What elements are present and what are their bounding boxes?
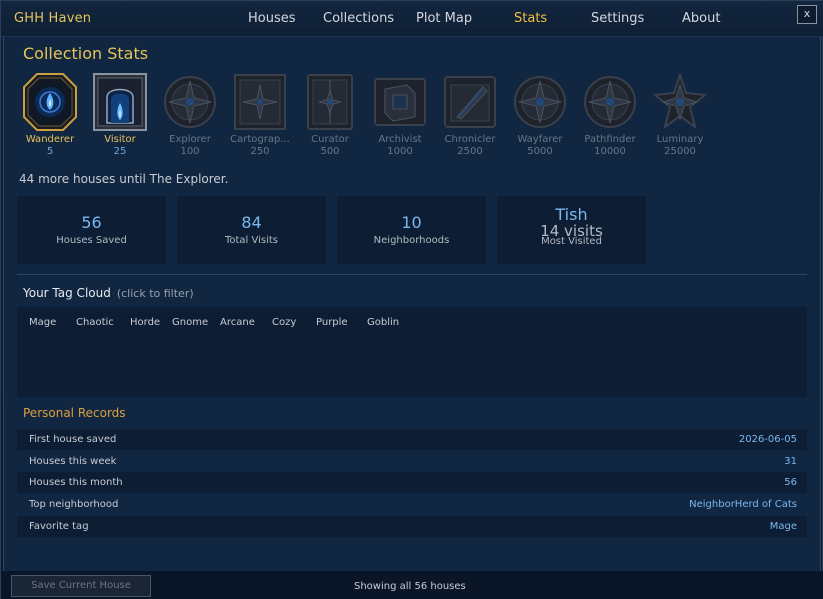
badge-name: Cartograp... (230, 134, 290, 145)
record-value: 56 (784, 477, 797, 488)
stat-label: Most Visited (541, 236, 602, 247)
stat-label: Total Visits (224, 235, 279, 246)
page-title: Collection Stats (23, 44, 149, 63)
record-row: First house saved 2026-06-05 (17, 429, 807, 450)
tag-goblin[interactable]: Goblin (367, 317, 399, 328)
badge-name: Explorer (169, 134, 211, 145)
record-row: Houses this week 31 (17, 451, 807, 472)
next-badge-progress: 44 more houses until The Explorer. (19, 172, 229, 186)
badge-curator[interactable]: Curator 500 (300, 73, 360, 157)
tag-mage[interactable]: Mage (29, 317, 56, 328)
badge-name: Wanderer (25, 134, 75, 145)
record-value: NeighborHerd of Cats (689, 499, 797, 510)
record-label: Top neighborhood (29, 499, 119, 510)
tag-arcane[interactable]: Arcane (220, 317, 255, 328)
stat-card-neighborhoods: 10 Neighborhoods (337, 196, 486, 264)
house-count-status: Showing all 56 houses (354, 581, 466, 592)
tag-cloud: Mage Chaotic Horde Gnome Arcane Cozy Pur… (17, 307, 807, 397)
tag-purple[interactable]: Purple (316, 317, 348, 328)
badge-chronicler[interactable]: Chronicler 2500 (440, 73, 500, 157)
stat-value: 10 (401, 213, 422, 232)
badge-wanderer[interactable]: Wanderer 5 (20, 73, 80, 157)
compass-icon (163, 73, 217, 131)
app-title: GHH Haven (14, 11, 92, 26)
badge-name: Luminary (656, 134, 704, 145)
badge-name: Chronicler (444, 134, 496, 145)
record-label: Houses this week (29, 456, 117, 467)
badge-requirement: 500 (320, 146, 340, 157)
badge-requirement: 5000 (527, 146, 553, 157)
star-icon (652, 71, 708, 131)
badge-name: Wayfarer (517, 134, 563, 145)
tag-cloud-hint: (click to filter) (116, 287, 194, 300)
badge-name: Visitor (104, 134, 136, 145)
quill-icon (443, 73, 497, 131)
badge-requirement: 10000 (594, 146, 626, 157)
badge-name: Archivist (378, 134, 422, 145)
nav-plot-map[interactable]: Plot Map (416, 11, 472, 26)
tag-cozy[interactable]: Cozy (272, 317, 296, 328)
record-row: Houses this month 56 (17, 472, 807, 493)
stat-card-most-visited: Tish 14 visits Most Visited (497, 196, 646, 264)
tag-cloud-heading: Your Tag Cloud (click to filter) (23, 286, 194, 300)
close-button[interactable]: x (797, 5, 817, 24)
record-label: First house saved (29, 434, 117, 445)
badge-requirement: 5 (46, 146, 54, 157)
badge-requirement: 100 (180, 146, 200, 157)
badge-visitor[interactable]: Visitor 25 (90, 73, 150, 157)
badge-requirement: 2500 (457, 146, 483, 157)
top-nav-bar: GHH Haven Houses Collections Plot Map St… (1, 1, 823, 37)
book-icon (303, 73, 357, 131)
stat-value: 56 (81, 213, 102, 232)
record-row: Top neighborhood NeighborHerd of Cats (17, 494, 807, 515)
save-current-house-button[interactable]: Save Current House (11, 575, 151, 597)
record-label: Houses this month (29, 477, 123, 488)
nav-about[interactable]: About (682, 11, 720, 26)
badge-cartographer[interactable]: Cartograp... 250 (230, 73, 290, 157)
compass-icon (583, 73, 637, 131)
personal-records-title: Personal Records (23, 406, 126, 420)
nav-stats[interactable]: Stats (514, 11, 547, 26)
stat-label: Houses Saved (56, 235, 127, 246)
badge-name: Pathfinder (584, 134, 636, 145)
stat-label: Neighborhoods (373, 235, 450, 246)
badge-luminary[interactable]: Luminary 25000 (650, 71, 710, 157)
nav-collections[interactable]: Collections (323, 11, 394, 26)
tome-icon (373, 73, 427, 131)
compass-icon (513, 73, 567, 131)
tag-chaotic[interactable]: Chaotic (76, 317, 114, 328)
nav-houses[interactable]: Houses (248, 11, 296, 26)
footer-bar: Save Current House Showing all 56 houses (1, 571, 823, 599)
nav-settings[interactable]: Settings (591, 11, 644, 26)
record-value: 2026-06-05 (738, 434, 797, 445)
badge-archivist[interactable]: Archivist 1000 (370, 73, 430, 157)
tag-cloud-title: Your Tag Cloud (23, 286, 111, 300)
stat-value: 84 (241, 213, 262, 232)
flame-emblem-icon (23, 73, 77, 131)
badge-name: Curator (311, 134, 349, 145)
record-row: Favorite tag Mage (17, 516, 807, 537)
badge-explorer[interactable]: Explorer 100 (160, 73, 220, 157)
record-value: 31 (784, 456, 797, 467)
badge-requirement: 250 (250, 146, 270, 157)
app-window: GHH Haven Houses Collections Plot Map St… (0, 0, 823, 599)
badge-requirement: 25000 (664, 146, 696, 157)
portal-emblem-icon (93, 73, 147, 131)
tag-gnome[interactable]: Gnome (172, 317, 208, 328)
stat-card-total-visits: 84 Total Visits (177, 196, 326, 264)
record-value: Mage (769, 521, 797, 532)
record-label: Favorite tag (29, 521, 89, 532)
badge-wayfarer[interactable]: Wayfarer 5000 (510, 73, 570, 157)
badge-requirement: 1000 (387, 146, 413, 157)
map-icon (233, 73, 287, 131)
stats-panel: Collection Stats Wanderer 5 Visitor 25 E… (3, 37, 821, 571)
badge-requirement: 25 (113, 146, 127, 157)
stat-card-houses-saved: 56 Houses Saved (17, 196, 166, 264)
tag-horde[interactable]: Horde (130, 317, 160, 328)
badge-pathfinder[interactable]: Pathfinder 10000 (580, 73, 640, 157)
divider (17, 274, 807, 275)
